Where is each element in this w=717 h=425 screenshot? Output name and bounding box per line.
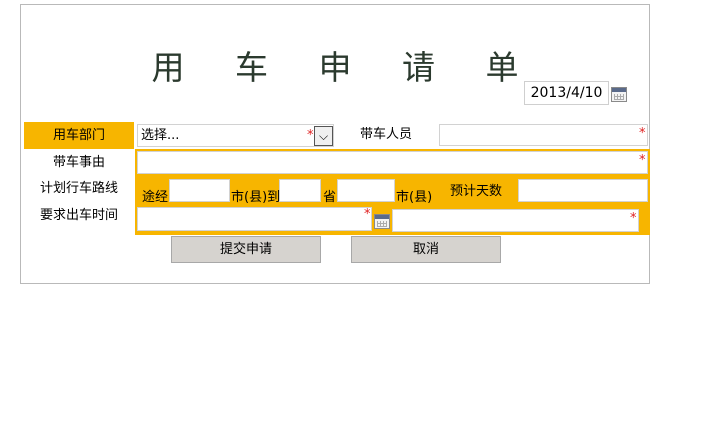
escort-input[interactable] <box>439 124 648 146</box>
reason-input[interactable] <box>137 151 648 174</box>
calendar-icon[interactable] <box>374 214 390 229</box>
route-via-label: 途经 <box>142 190 169 205</box>
form-container: 用 车 申 请 单 2013/4/10 用车部门 选择... * ⌵ 带车人员 … <box>20 4 650 284</box>
days-label: 预计天数 <box>450 184 503 199</box>
submit-button[interactable]: 提交申请 <box>171 236 321 263</box>
route-label: 计划行车路线 <box>39 181 118 196</box>
required-mark: * <box>639 126 646 141</box>
required-mark: * <box>307 128 314 143</box>
route-city-label: 市(县) <box>396 190 433 205</box>
chevron-down-icon[interactable]: ⌵ <box>314 126 333 146</box>
date-field[interactable]: 2013/4/10 <box>524 81 609 105</box>
dept-label: 用车部门 <box>24 122 134 149</box>
route-dest-city-input[interactable] <box>337 179 395 202</box>
escort-label: 带车人员 <box>359 127 412 142</box>
route-via-input[interactable] <box>169 179 230 202</box>
route-dest-province-input[interactable] <box>279 179 321 202</box>
dept-select[interactable]: 选择... <box>137 124 334 147</box>
required-mark: * <box>630 211 637 226</box>
reason-label: 带车事由 <box>52 155 105 170</box>
calendar-icon[interactable] <box>611 87 627 102</box>
depart-time-input[interactable] <box>137 207 372 231</box>
required-mark: * <box>639 153 646 168</box>
route-city-to-label: 市(县)到 <box>231 190 281 205</box>
time-label: 要求出车时间 <box>39 208 118 223</box>
cancel-button[interactable]: 取消 <box>351 236 501 263</box>
depart-extra-input[interactable] <box>392 209 639 232</box>
required-mark: * <box>364 207 371 222</box>
days-input[interactable] <box>518 179 648 202</box>
route-province-label: 省 <box>323 190 337 205</box>
